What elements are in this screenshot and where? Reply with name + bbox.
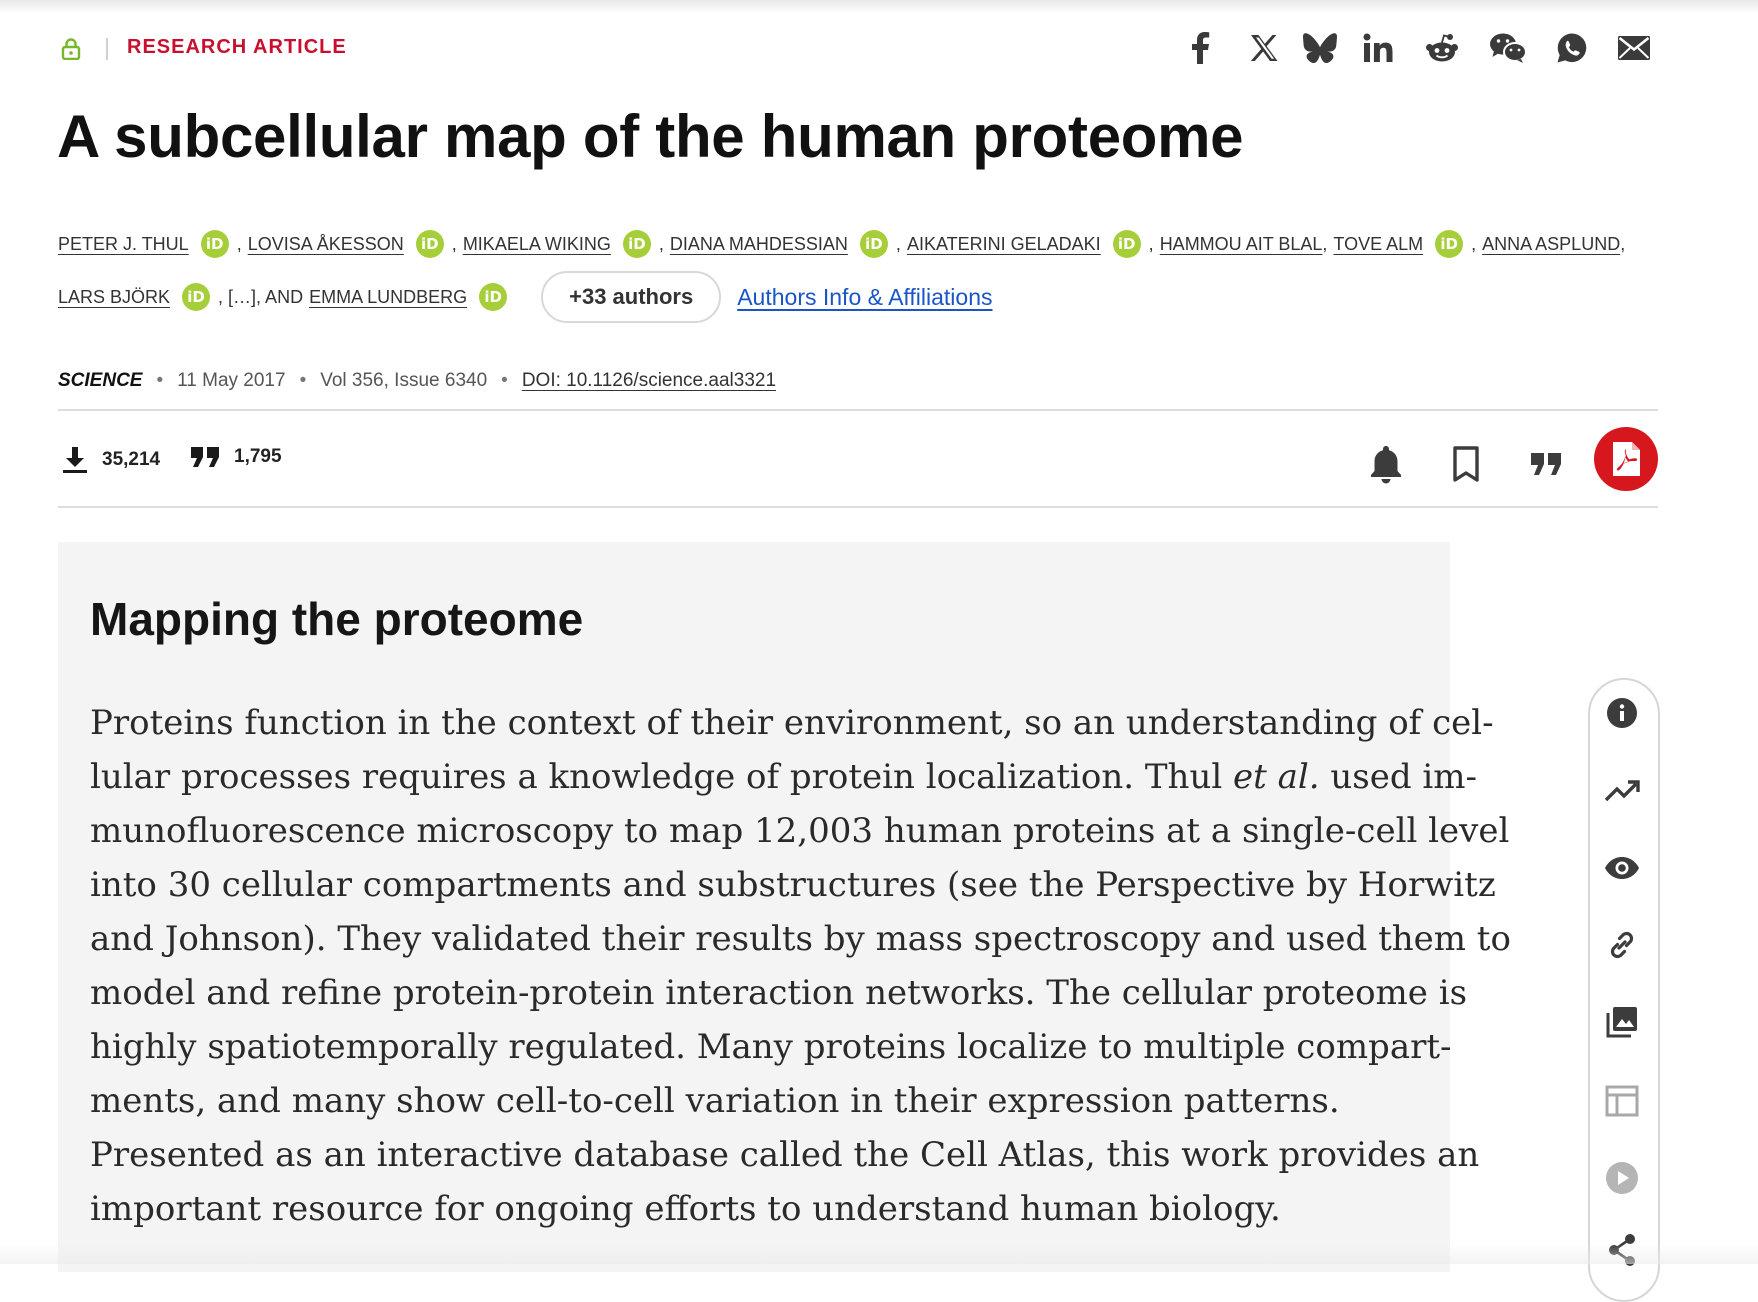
orcid-icon[interactable]: iD	[859, 230, 888, 258]
abstract-line: ments, and many show cell-to-cell variat…	[90, 1081, 1340, 1121]
orcid-icon[interactable]: iD	[182, 283, 211, 311]
abstract-heading: Mapping the proteome	[90, 593, 584, 645]
separator: ,	[1148, 233, 1154, 254]
publication-meta: SCIENCE • 11 May 2017 • Vol 356, Issue 6…	[58, 370, 776, 392]
cite-icon[interactable]	[1520, 438, 1572, 490]
more-authors-button[interactable]: +33 authors	[541, 271, 722, 323]
download-count: 35,214	[102, 449, 161, 470]
bookmark-icon[interactable]	[1440, 438, 1492, 490]
x-icon[interactable]	[1246, 30, 1282, 66]
abstract-line: model and refine protein-protein interac…	[90, 973, 1468, 1013]
author-link[interactable]: DIANA MAHDESSIAN	[670, 234, 848, 255]
link-icon[interactable]	[1602, 925, 1642, 965]
doi-link[interactable]: DOI: 10.1126/science.aal3321	[522, 370, 776, 392]
table-icon[interactable]	[1602, 1081, 1642, 1121]
top-shadow	[0, 0, 1758, 14]
download-icon	[63, 447, 87, 473]
abstract-line-text: used im-	[1319, 757, 1478, 797]
email-icon[interactable]	[1616, 30, 1652, 66]
orcid-icon[interactable]: iD	[1435, 230, 1464, 258]
author-link[interactable]: PETER J. THUL	[58, 234, 189, 255]
bullet: •	[501, 370, 508, 391]
article-title: A subcellular map of the human proteome	[57, 103, 1244, 170]
trending-icon[interactable]	[1602, 771, 1642, 811]
citations-metric: 1,795	[190, 446, 282, 468]
author-link[interactable]: TOVE ALM	[1333, 234, 1423, 255]
abstract-line: highly spatiotemporally regulated. Many …	[90, 1027, 1452, 1067]
info-icon[interactable]	[1602, 693, 1642, 733]
publication-date: 11 May 2017	[177, 370, 286, 391]
divider	[58, 409, 1658, 411]
bullet: •	[299, 370, 307, 391]
eye-icon[interactable]	[1602, 848, 1642, 888]
abstract-line: and Johnson). They validated their resul…	[90, 919, 1511, 959]
author-list-row-2: LARS BJÖRK iD , […], AND EMMA LUNDBERG i…	[58, 271, 1658, 323]
authors-info-link[interactable]: Authors Info & Affiliations	[737, 284, 992, 311]
pdf-icon	[1613, 442, 1640, 476]
reddit-icon[interactable]	[1424, 30, 1460, 66]
author-link[interactable]: LARS BJÖRK	[58, 287, 170, 308]
abstract-line: into 30 cellular compartments and substr…	[90, 865, 1496, 905]
lock-icon	[61, 38, 81, 60]
author-list-row-1: PETER J. THUL iD, LOVISA ÅKESSON iD, MIK…	[58, 228, 1658, 260]
whatsapp-icon[interactable]	[1554, 30, 1590, 66]
orcid-icon[interactable]: iD	[200, 230, 229, 258]
author-link[interactable]: ANNA ASPLUND	[1482, 234, 1620, 255]
citation-count: 1,795	[234, 446, 282, 467]
separator: ,	[1620, 233, 1626, 254]
facebook-icon[interactable]	[1182, 30, 1218, 66]
linkedin-icon[interactable]	[1360, 30, 1396, 66]
play-icon[interactable]	[1602, 1158, 1642, 1198]
abstract-line: important resource for ongoing efforts t…	[90, 1189, 1281, 1229]
separator: ,	[1322, 233, 1328, 254]
bluesky-icon[interactable]	[1302, 30, 1338, 66]
separator: ,	[236, 233, 242, 254]
journal-name[interactable]: SCIENCE	[58, 370, 142, 392]
orcid-icon[interactable]: iD	[622, 230, 651, 258]
pdf-button[interactable]	[1594, 427, 1658, 491]
divider	[106, 38, 108, 60]
wechat-icon[interactable]	[1488, 30, 1528, 66]
abstract-italic: et al.	[1233, 757, 1320, 797]
orcid-icon[interactable]: iD	[479, 283, 508, 311]
abstract-line: Presented as an interactive database cal…	[90, 1135, 1480, 1175]
author-link[interactable]: LOVISA ÅKESSON	[248, 234, 404, 255]
author-link[interactable]: EMMA LUNDBERG	[309, 287, 467, 308]
separator: ,	[658, 233, 664, 254]
abstract-line: munofluorescence microscopy to map 12,00…	[90, 811, 1510, 851]
author-link[interactable]: HAMMOU AIT BLAL	[1160, 234, 1323, 255]
downloads-metric: 35,214	[62, 446, 160, 474]
orcid-icon[interactable]: iD	[415, 230, 444, 258]
quote-icon	[191, 447, 219, 467]
volume-issue[interactable]: Vol 356, Issue 6340	[320, 370, 487, 392]
author-link[interactable]: MIKAELA WIKING	[463, 234, 611, 255]
abstract-line: lular processes requires a knowledge of …	[90, 750, 1477, 804]
abstract-line: Proteins function in the context of thei…	[90, 703, 1494, 743]
bullet: •	[156, 370, 164, 391]
separator: ,	[451, 233, 457, 254]
abstract-text: Proteins function in the context of thei…	[90, 696, 1511, 1236]
article-type-label: RESEARCH ARTICLE	[127, 36, 347, 58]
abstract-line-text: lular processes requires a knowledge of …	[90, 757, 1234, 797]
orcid-icon[interactable]: iD	[1112, 230, 1141, 258]
share-icon[interactable]	[1602, 1230, 1642, 1270]
author-link[interactable]: AIKATERINI GELADAKI	[907, 234, 1101, 255]
separator: ,	[1471, 233, 1477, 254]
image-icon[interactable]	[1602, 1002, 1642, 1042]
bell-icon[interactable]	[1360, 438, 1412, 490]
divider	[58, 506, 1658, 508]
author-ellipsis[interactable]: , […], AND	[218, 287, 303, 308]
separator: ,	[895, 233, 901, 254]
